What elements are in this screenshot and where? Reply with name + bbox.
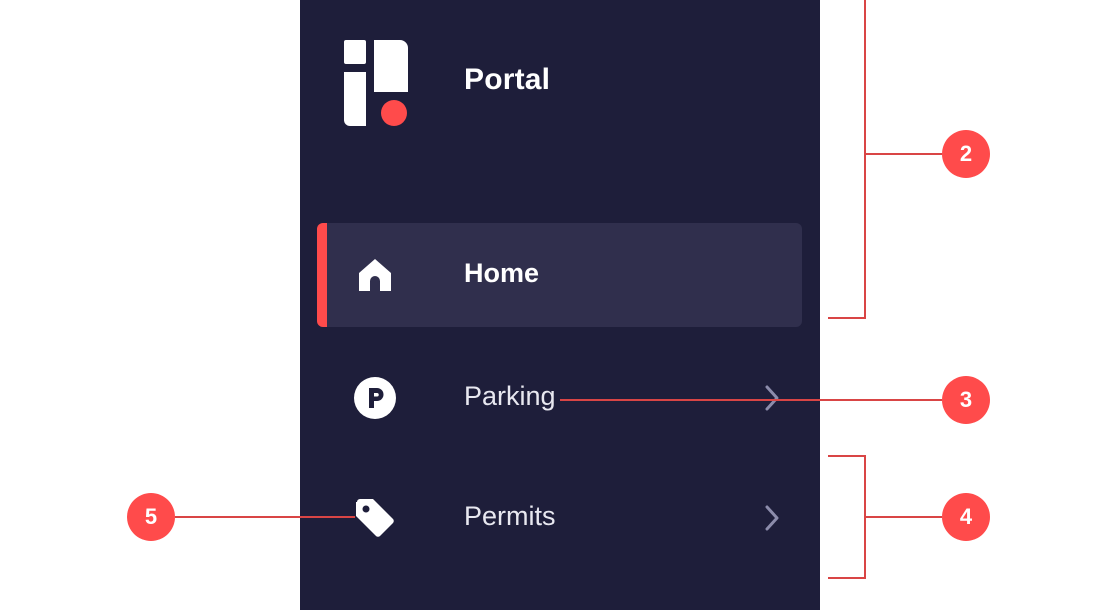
callout-4: 4 <box>942 493 990 541</box>
callout-5: 5 <box>127 493 175 541</box>
callout-2: 2 <box>942 130 990 178</box>
screen: Portal Home Parking Permits 2 3 4 5 <box>0 0 1108 610</box>
callout-3: 3 <box>942 376 990 424</box>
